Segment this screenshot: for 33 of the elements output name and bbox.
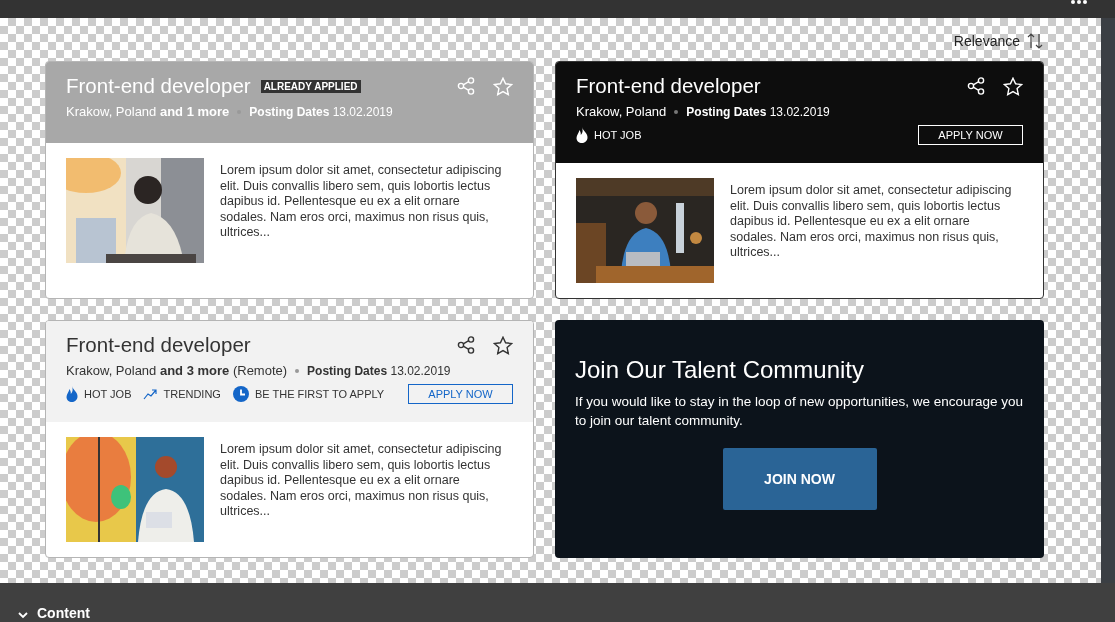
job-description: Lorem ipsum dolor sit amet, consectetur adipiscing elit. Duis convallis libero sem, quis lobortis lectus dapibus id. Pellentesque eu ex a elit ornare sodales. Nam eros orci, maximus non risus quis, ultrices... bbox=[730, 183, 1013, 261]
posting-date: Posting Dates 13.02.2019 bbox=[686, 104, 830, 119]
panel-title[interactable]: Content bbox=[37, 604, 90, 622]
trending-arrow-icon bbox=[143, 388, 158, 400]
apply-now-button[interactable]: APPLY NOW bbox=[408, 384, 513, 404]
tag-label: TRENDING bbox=[163, 388, 221, 400]
more-icon[interactable] bbox=[1070, 0, 1088, 6]
tag-label: HOT JOB bbox=[84, 388, 132, 400]
tag-label: BE THE FIRST TO APPLY bbox=[254, 388, 385, 400]
applied-label: ALREADY APPLIED bbox=[260, 79, 361, 93]
job-title[interactable]: Front-end developer bbox=[66, 333, 251, 357]
job-location: Krakow, Poland and 3 more (Remote) bbox=[66, 363, 288, 378]
clock-icon bbox=[232, 386, 249, 402]
chevron-icon[interactable] bbox=[17, 610, 29, 620]
posting-date: Posting Dates 13.02.2019 bbox=[307, 363, 451, 378]
sort-arrows-icon bbox=[1026, 32, 1044, 50]
share-icon[interactable] bbox=[967, 77, 985, 95]
join-now-button[interactable]: JOIN NOW bbox=[722, 448, 877, 510]
promo-title: Join Our Talent Community bbox=[575, 356, 865, 384]
share-icon[interactable] bbox=[457, 336, 475, 354]
star-icon[interactable] bbox=[493, 335, 513, 355]
tag-label: HOT JOB bbox=[594, 129, 642, 141]
job-description: Lorem ipsum dolor sit amet, consectetur adipiscing elit. Duis convallis libero sem, quis lobortis lectus dapibus id. Pellentesque eu ex a elit ornare sodales. Nam eros orci, maximus non risus quis, ultrices... bbox=[220, 163, 503, 241]
sort-button[interactable]: Relevance bbox=[953, 30, 1044, 52]
job-location: Krakow, Poland and 1 more bbox=[66, 104, 230, 119]
job-location: Krakow, Poland bbox=[576, 104, 667, 119]
job-title[interactable]: Front-end developer bbox=[576, 74, 761, 98]
promo-text: If you would like to stay in the loop of new opportunities, we encourage you to join our talent community. bbox=[575, 393, 1024, 430]
flame-icon bbox=[66, 386, 78, 402]
apply-now-button[interactable]: APPLY NOW bbox=[918, 125, 1023, 145]
flame-icon bbox=[576, 127, 588, 143]
posting-date: Posting Dates 13.02.2019 bbox=[249, 104, 393, 119]
job-description: Lorem ipsum dolor sit amet, consectetur adipiscing elit. Duis convallis libero sem, quis lobortis lectus dapibus id. Pellentesque eu ex a elit ornare sodales. Nam eros orci, maximus non risus quis, ultrices... bbox=[220, 442, 503, 520]
